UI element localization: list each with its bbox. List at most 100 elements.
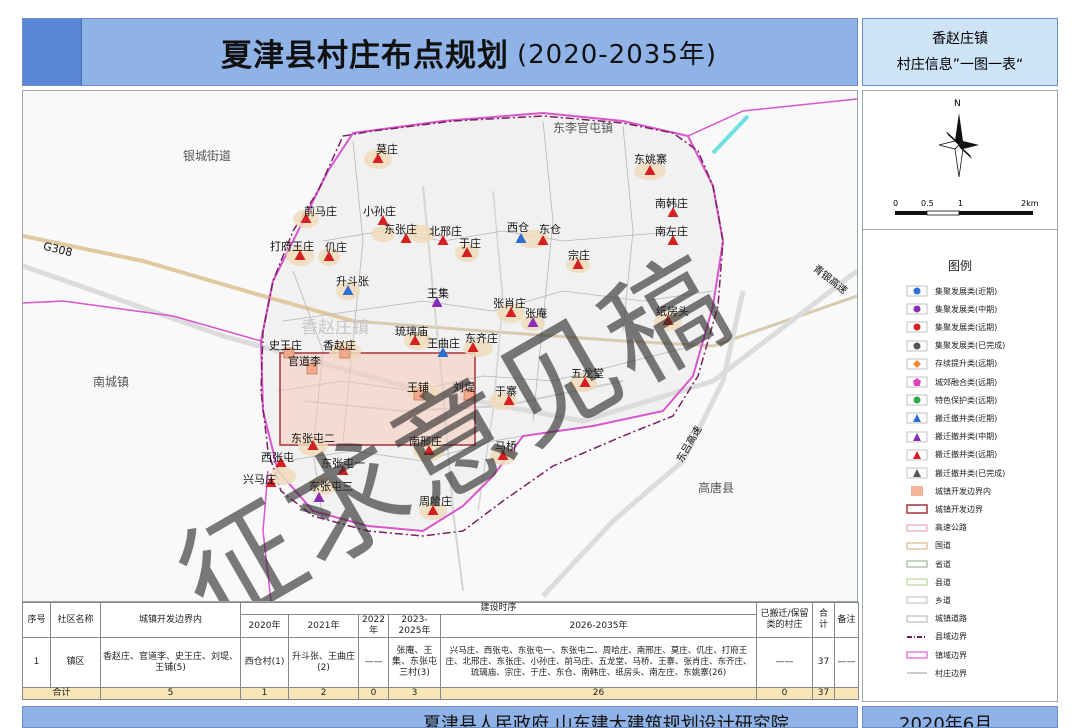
neighbor-label-yincheng: 银城街道 [183, 149, 232, 163]
table-sum-row: 合计 5 1 2 0 3 26 0 37 [22, 687, 859, 700]
legend-symbol-icon [907, 672, 927, 674]
cell-relocated: —— [756, 637, 813, 688]
th-2022: 2022年 [358, 614, 389, 638]
legend-symbol-icon [906, 560, 928, 568]
plan-table: 序号 社区名称 城镇开发边界内 建设时序 已搬迁/保留类的村庄 合计 备注 20… [22, 602, 859, 700]
legend-item: 乡道 [905, 592, 1055, 608]
th-note: 备注 [834, 602, 859, 638]
village-label: 仉庄 [325, 241, 347, 254]
legend-item: 镇域边界 [905, 647, 1055, 663]
legend-symbol-icon [906, 651, 928, 659]
scale-label-2km: 2km [1021, 199, 1039, 208]
sum-relocated: 0 [756, 687, 813, 700]
legend-item: 高速公路 [905, 520, 1055, 536]
compass-panel: N 0 0.5 1 2km [863, 91, 1057, 230]
cell-town-boundary: 香赵庄、官道李、史王庄、刘堤、王铺(5) [100, 637, 241, 688]
cell-2020: 西仓村(1) [240, 637, 289, 688]
village-label: 打府王庄 [270, 240, 314, 253]
legend-item: 搬迁撤并类(已完成) [905, 465, 1055, 481]
plan-table-panel: 序号 社区名称 城镇开发边界内 建设时序 已搬迁/保留类的村庄 合计 备注 20… [22, 602, 859, 706]
legend-item-label: 搬迁撤并类(中期) [935, 432, 998, 442]
sum-label: 合计 [22, 687, 101, 700]
neighbor-label-donglig: 东李官屯镇 [553, 121, 614, 135]
sum-total: 37 [812, 687, 835, 700]
legend-item: 城郊融合类(远期) [905, 374, 1055, 390]
sum-2026: 26 [440, 687, 757, 700]
legend-symbol-icon [907, 635, 927, 638]
legend-item: 特色保护类(远期) [905, 392, 1055, 408]
legend-item: 村庄边界 [905, 665, 1055, 681]
village-label: 小孙庄 [363, 205, 396, 218]
legend-symbol-icon [906, 303, 928, 315]
scale-label-1: 1 [958, 199, 964, 208]
title-years: (2020-2035年) [516, 39, 717, 70]
th-2020: 2020年 [240, 614, 289, 638]
info-subtitle: 村庄信息”一图一表“ [896, 57, 1024, 73]
legend-item: 集聚发展类(已完成) [905, 338, 1055, 354]
village-label: 于庄 [459, 237, 481, 250]
village-label: 前马庄 [304, 205, 337, 218]
village-label: 东张庄 [384, 223, 417, 236]
village-label: 西仓 [507, 221, 529, 234]
legend-symbol-icon [906, 322, 928, 333]
legend-symbol-icon [906, 340, 928, 351]
legend-symbol-icon [906, 394, 928, 406]
legend-item: 存续提升类(远期) [905, 356, 1055, 372]
legend-symbol-icon [906, 504, 928, 515]
legend-item-label: 城镇道路 [935, 614, 967, 624]
neighbor-label-nancheng: 南城镇 [93, 375, 130, 389]
village-label: 官道李 [288, 355, 321, 368]
legend-item-label: 县域边界 [935, 632, 967, 642]
info-box: 香赵庄镇 村庄信息”一图一表“ [862, 18, 1058, 86]
legend-item-label: 集聚发展类(中期) [935, 304, 998, 314]
legend-item-label: 集聚发展类(近期) [935, 286, 998, 296]
legend-item: 省道 [905, 556, 1055, 572]
sum-note [834, 687, 859, 700]
legend-item: 城镇开发边界内 [905, 483, 1055, 499]
th-town-boundary: 城镇开发边界内 [100, 602, 241, 638]
legend-item: 搬迁撤并类(近期) [905, 410, 1055, 426]
north-label: N [954, 99, 961, 109]
legend-item: 国道 [905, 538, 1055, 554]
village-label: 王集 [427, 287, 449, 300]
legend-symbol-icon [906, 285, 928, 297]
legend-symbol-icon [906, 467, 928, 479]
legend-item-label: 县道 [935, 577, 951, 587]
legend-item-label: 存续提升类(远期) [935, 359, 998, 369]
th-community: 社区名称 [50, 602, 101, 638]
th-2021: 2021年 [288, 614, 359, 638]
sum-2020: 1 [240, 687, 289, 700]
legend-item: 集聚发展类(近期) [905, 283, 1055, 299]
cell-note: —— [834, 637, 859, 688]
map-panel[interactable]: 东李官屯镇 银城街道 南城镇 高唐县 G308 青银高速 东吕高速 香赵庄镇 莫… [22, 90, 858, 602]
cell-2026: 兴马庄、西张屯、东张屯一、东张屯二、周哈庄、南邢庄、莫庄、仉庄、打府王庄、北邢庄… [440, 637, 757, 688]
town-label: 香赵庄镇 [301, 318, 369, 338]
legend-item-label: 村庄边界 [935, 668, 967, 678]
scale-label-0: 0 [893, 199, 899, 208]
cell-total: 37 [812, 637, 835, 688]
legend-item: 集聚发展类(远期) [905, 319, 1055, 335]
title-bar: 夏津县村庄布点规划 (2020-2035年) [22, 18, 858, 86]
page-title: 夏津县村庄布点规划 (2020-2035年) [81, 19, 857, 85]
side-panel: N 0 0.5 1 2km 图例 集聚发展类(近期) 集聚发展类(中期) 集聚发展类… [862, 90, 1058, 702]
village-label: 琉璃庙 [395, 325, 428, 338]
legend-item-label: 集聚发展类(已完成) [935, 341, 1006, 351]
legend-item: 集聚发展类(中期) [905, 301, 1055, 317]
village-label: 升斗张 [336, 275, 369, 288]
cell-2021: 升斗张、王曲庄(2) [288, 637, 359, 688]
title-main: 夏津县村庄布点规划 [220, 37, 509, 74]
legend-symbol-icon [906, 413, 928, 424]
legend-item-label: 高速公路 [935, 523, 967, 533]
village-label: 莫庄 [376, 143, 398, 156]
legend-item: 县域边界 [905, 629, 1055, 645]
legend-symbol-icon [906, 614, 928, 623]
legend-item: 县道 [905, 574, 1055, 590]
scale-bar [895, 210, 1033, 216]
th-2026: 2026-2035年 [440, 614, 757, 638]
scale-label-05: 0.5 [921, 199, 934, 208]
legend-symbol-icon [906, 376, 928, 388]
footer-date-box: 2020年6月 [862, 706, 1058, 728]
cell-community: 镇区 [50, 637, 101, 688]
sum-2022: 0 [358, 687, 389, 700]
north-arrow-icon [938, 113, 979, 178]
